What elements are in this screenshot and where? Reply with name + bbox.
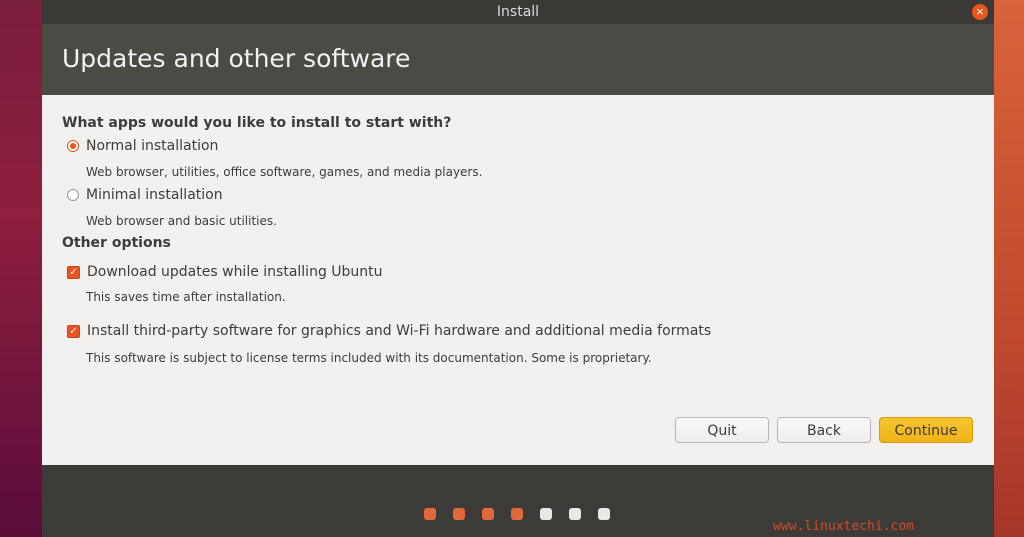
- progress-dot-pending: [540, 508, 552, 520]
- normal-installation-description: Web browser, utilities, office software,…: [86, 165, 483, 179]
- page-title: Updates and other software: [62, 44, 411, 73]
- minimal-installation-label: Minimal installation: [86, 187, 223, 203]
- desktop-wallpaper-left: [0, 0, 42, 537]
- normal-installation-label: Normal installation: [86, 138, 219, 154]
- progress-dot-completed: [482, 508, 494, 520]
- minimal-installation-radio[interactable]: Minimal installation: [67, 187, 223, 203]
- progress-dots: [424, 508, 610, 520]
- installer-window: Install × Updates and other software Wha…: [42, 0, 994, 537]
- close-icon: ×: [975, 5, 985, 18]
- page-header: Updates and other software: [42, 24, 994, 95]
- continue-button[interactable]: Continue: [879, 417, 973, 443]
- minimal-installation-description: Web browser and basic utilities.: [86, 214, 277, 228]
- other-options-heading: Other options: [62, 235, 171, 251]
- desktop-wallpaper-right: [994, 0, 1024, 537]
- radio-selected-icon: [67, 140, 79, 152]
- apps-section-heading: What apps would you like to install to s…: [62, 115, 452, 131]
- download-updates-label: Download updates while installing Ubuntu: [87, 264, 383, 280]
- download-updates-description: This saves time after installation.: [86, 290, 286, 304]
- watermark-text: www.linuxtechi.com: [773, 519, 914, 534]
- progress-dot-completed: [424, 508, 436, 520]
- window-titlebar: Install ×: [42, 0, 994, 24]
- download-updates-checkbox[interactable]: ✓ Download updates while installing Ubun…: [67, 264, 383, 280]
- back-button[interactable]: Back: [777, 417, 871, 443]
- content-panel: What apps would you like to install to s…: [42, 95, 994, 465]
- close-button[interactable]: ×: [972, 4, 988, 20]
- normal-installation-radio[interactable]: Normal installation: [67, 138, 218, 154]
- checkbox-checked-icon: ✓: [67, 265, 80, 279]
- progress-dot-pending: [598, 508, 610, 520]
- third-party-software-description: This software is subject to license term…: [86, 351, 652, 365]
- third-party-software-label: Install third-party software for graphic…: [87, 323, 712, 339]
- radio-unselected-icon: [67, 189, 79, 201]
- third-party-software-checkbox[interactable]: ✓ Install third-party software for graph…: [67, 323, 711, 339]
- progress-dot-completed: [453, 508, 465, 520]
- progress-dot-pending: [569, 508, 581, 520]
- quit-button[interactable]: Quit: [675, 417, 769, 443]
- checkbox-checked-icon: ✓: [67, 324, 80, 338]
- progress-dot-completed: [511, 508, 523, 520]
- window-title: Install: [496, 4, 540, 20]
